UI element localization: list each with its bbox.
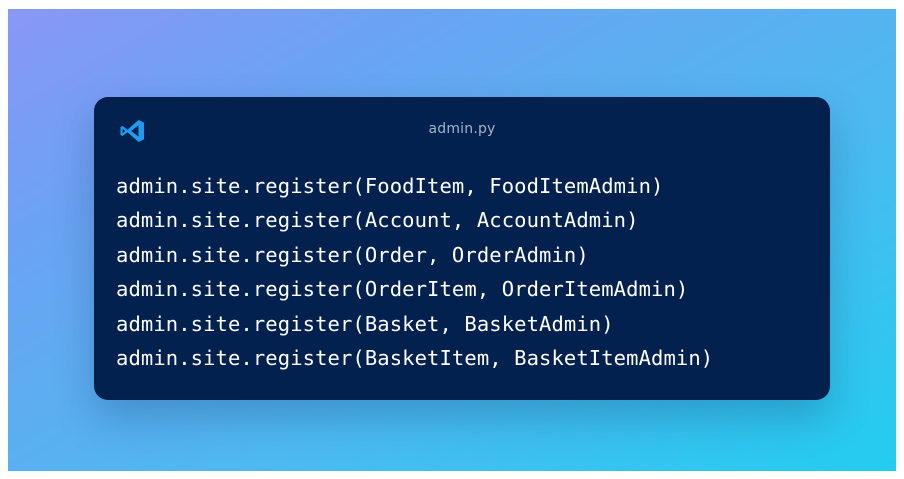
code-line: admin.site.register(Account, AccountAdmi… (116, 208, 639, 233)
code-line: admin.site.register(Order, OrderAdmin) (116, 242, 589, 267)
code-block: admin.site.register(FoodItem, FoodItemAd… (116, 169, 713, 375)
code-window: admin.py admin.site.register(FoodItem, F… (94, 97, 830, 400)
code-line: admin.site.register(BasketItem, BasketIt… (116, 346, 714, 371)
code-line: admin.site.register(FoodItem, FoodItemAd… (116, 174, 664, 198)
code-line: admin.site.register(OrderItem, OrderItem… (116, 277, 689, 302)
file-name-title: admin.py (428, 121, 496, 137)
code-line: admin.site.register(Basket, BasketAdmin) (116, 311, 614, 336)
gradient-background: admin.py admin.site.register(FoodItem, F… (8, 9, 896, 471)
